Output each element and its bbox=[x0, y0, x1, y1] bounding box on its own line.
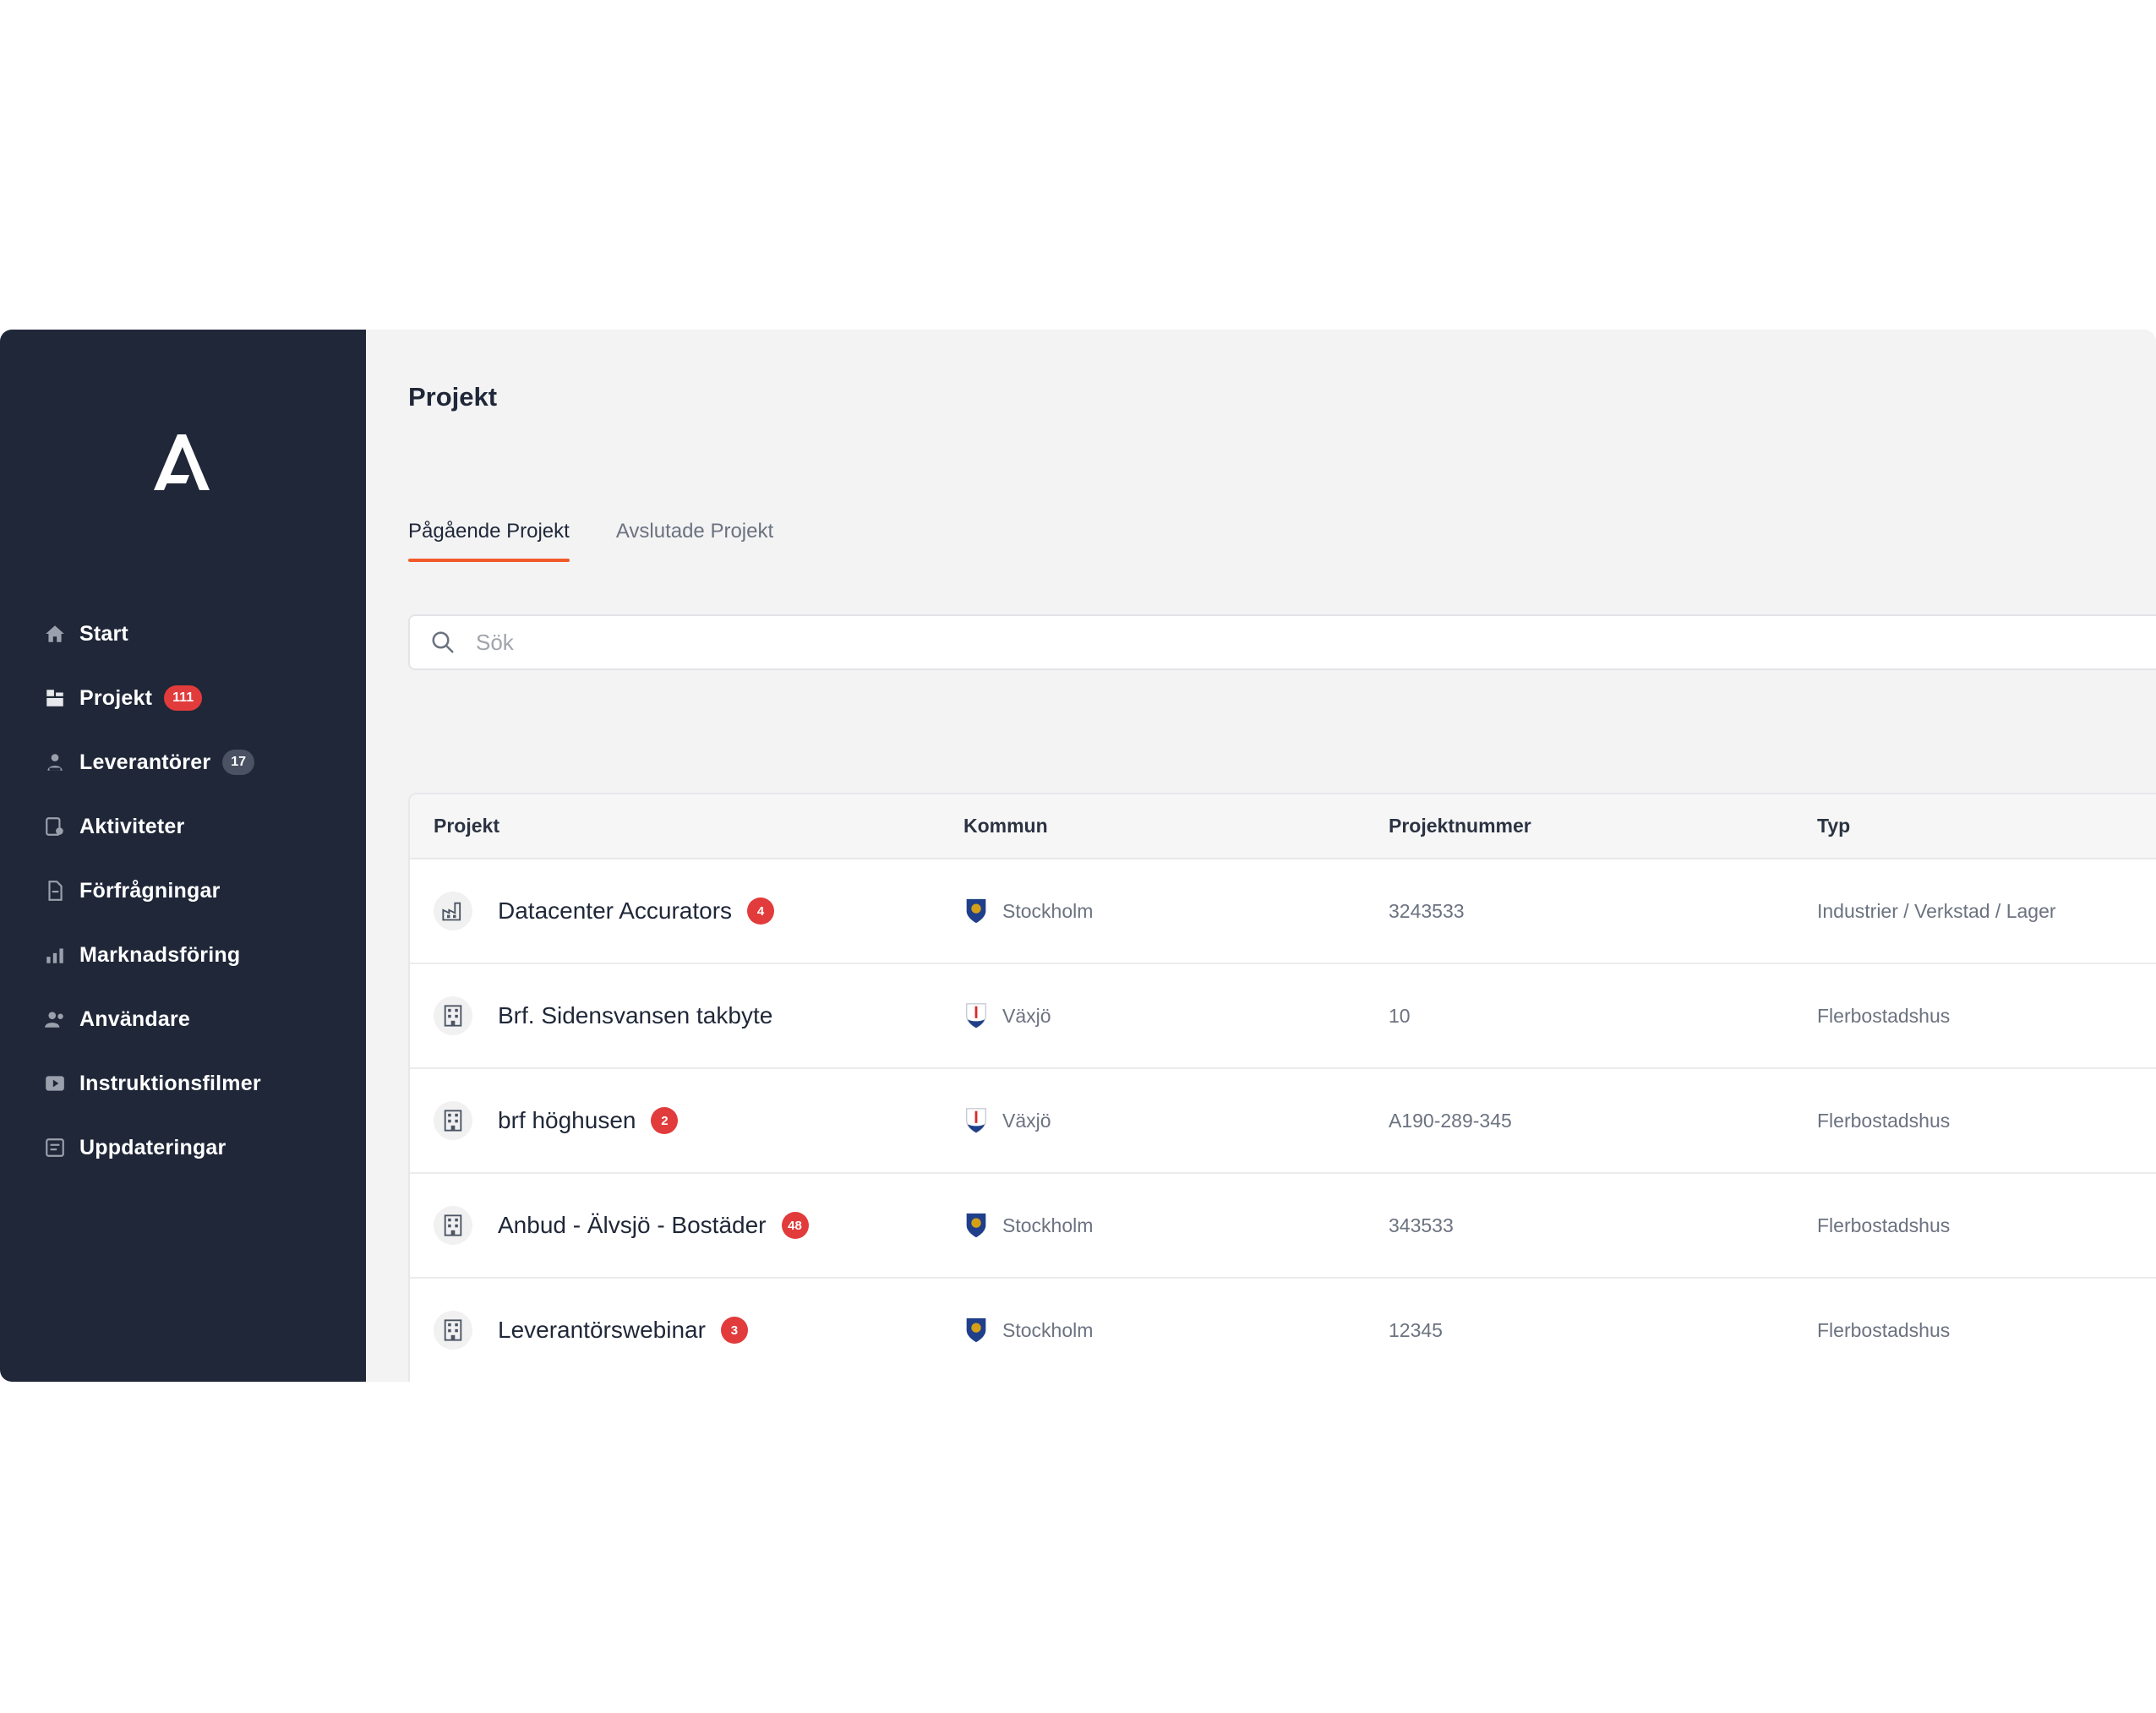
kommun-cell: Växjö bbox=[963, 1106, 1389, 1135]
tab-pagaende-projekt[interactable]: Pågående Projekt bbox=[408, 520, 570, 562]
search-box[interactable] bbox=[408, 614, 2156, 670]
app-logo[interactable] bbox=[152, 433, 211, 492]
inquiries-icon bbox=[44, 880, 66, 902]
vaxjo-coat-of-arms-icon bbox=[965, 1003, 987, 1028]
sidebar: Start Projekt 111 Leverantörer 17 Aktivi… bbox=[0, 330, 366, 1382]
project-number: 343533 bbox=[1389, 1214, 1454, 1236]
kommun-name: Stockholm bbox=[1002, 1318, 1094, 1341]
suppliers-count-badge: 17 bbox=[222, 750, 255, 775]
project-cell: Datacenter Accurators 4 bbox=[410, 892, 963, 930]
kommun-name: Växjö bbox=[1002, 1109, 1051, 1132]
sidebar-item-label: Användare bbox=[79, 1007, 191, 1031]
project-type: Flerbostadshus bbox=[1817, 1109, 1951, 1132]
activities-icon bbox=[44, 816, 66, 837]
projects-count-badge: 111 bbox=[164, 685, 203, 711]
sidebar-item-label: Projekt bbox=[79, 685, 153, 710]
sidebar-item-label: Leverantörer bbox=[79, 750, 211, 774]
project-type: Flerbostadshus bbox=[1817, 1004, 1951, 1027]
projects-table: Projekt Kommun Projektnummer Typ Datacen… bbox=[408, 793, 2156, 1382]
project-name[interactable]: brf höghusen bbox=[498, 1107, 636, 1134]
project-cell: brf höghusen 2 bbox=[410, 1101, 963, 1140]
sidebar-item-instruktionsfilmer[interactable]: Instruktionsfilmer bbox=[44, 1051, 261, 1116]
sidebar-item-start[interactable]: Start bbox=[44, 602, 261, 666]
vaxjo-coat-of-arms-icon bbox=[965, 1108, 987, 1133]
projects-icon bbox=[44, 687, 66, 709]
app-window: Start Projekt 111 Leverantörer 17 Aktivi… bbox=[0, 330, 2156, 1382]
project-type: Flerbostadshus bbox=[1817, 1318, 1951, 1341]
project-notification-badge: 4 bbox=[747, 897, 775, 925]
project-notification-badge: 3 bbox=[720, 1317, 748, 1344]
table-row[interactable]: Anbud - Älvsjö - Bostäder 48 Stockholm 3… bbox=[410, 1174, 2156, 1279]
project-cell: Brf. Sidensvansen takbyte bbox=[410, 996, 963, 1035]
project-number: 3243533 bbox=[1389, 899, 1465, 922]
kommun-cell: Stockholm bbox=[963, 1211, 1389, 1240]
search-icon bbox=[432, 631, 454, 653]
sidebar-item-label: Uppdateringar bbox=[79, 1135, 227, 1159]
sidebar-item-uppdateringar[interactable]: Uppdateringar bbox=[44, 1116, 261, 1180]
kommun-name: Stockholm bbox=[1002, 899, 1094, 922]
table-row[interactable]: Brf. Sidensvansen takbyte Växjö 10 Flerb… bbox=[410, 964, 2156, 1069]
kommun-name: Stockholm bbox=[1002, 1214, 1094, 1236]
tab-avslutade-projekt[interactable]: Avslutade Projekt bbox=[616, 520, 773, 562]
project-name[interactable]: Anbud - Älvsjö - Bostäder bbox=[498, 1212, 767, 1239]
sidebar-item-aktiviteter[interactable]: Aktiviteter bbox=[44, 794, 261, 859]
search-input[interactable] bbox=[476, 629, 2082, 656]
updates-icon bbox=[44, 1137, 66, 1159]
column-header-projektnummer[interactable]: Projektnummer bbox=[1389, 815, 1817, 837]
project-notification-badge: 48 bbox=[781, 1212, 809, 1239]
sidebar-item-anvandare[interactable]: Användare bbox=[44, 987, 261, 1051]
sidebar-item-projekt[interactable]: Projekt 111 bbox=[44, 666, 261, 730]
column-header-kommun[interactable]: Kommun bbox=[963, 815, 1389, 837]
sidebar-item-label: Förfrågningar bbox=[79, 878, 221, 903]
column-header-projekt[interactable]: Projekt bbox=[410, 815, 963, 837]
users-icon bbox=[44, 1008, 66, 1030]
sidebar-item-leverantorer[interactable]: Leverantörer 17 bbox=[44, 730, 261, 794]
project-cell: Anbud - Älvsjö - Bostäder 48 bbox=[410, 1206, 963, 1245]
kommun-cell: Stockholm bbox=[963, 1316, 1389, 1345]
project-number: A190-289-345 bbox=[1389, 1109, 1512, 1132]
video-icon bbox=[44, 1072, 66, 1094]
suppliers-icon bbox=[44, 751, 66, 773]
stockholm-coat-of-arms-icon bbox=[966, 898, 986, 924]
sidebar-item-label: Aktiviteter bbox=[79, 814, 185, 838]
building-icon bbox=[434, 1101, 472, 1140]
marketing-icon bbox=[44, 944, 66, 966]
table-header: Projekt Kommun Projektnummer Typ bbox=[410, 794, 2156, 859]
sidebar-nav: Start Projekt 111 Leverantörer 17 Aktivi… bbox=[44, 602, 261, 1180]
stockholm-coat-of-arms-icon bbox=[966, 1213, 986, 1238]
home-icon bbox=[44, 623, 66, 645]
kommun-cell: Växjö bbox=[963, 1001, 1389, 1030]
factory-icon bbox=[434, 892, 472, 930]
project-name[interactable]: Datacenter Accurators bbox=[498, 897, 732, 925]
sidebar-item-label: Start bbox=[79, 621, 128, 646]
building-icon bbox=[434, 996, 472, 1035]
table-row[interactable]: brf höghusen 2 Växjö A190-289-345 Flerbo… bbox=[410, 1069, 2156, 1174]
stockholm-coat-of-arms-icon bbox=[966, 1317, 986, 1343]
main-content: Projekt Pågående Projekt Avslutade Proje… bbox=[366, 330, 2156, 1382]
project-cell: Leverantörswebinar 3 bbox=[410, 1311, 963, 1350]
project-number: 12345 bbox=[1389, 1318, 1443, 1341]
project-name[interactable]: Leverantörswebinar bbox=[498, 1317, 706, 1344]
tab-bar: Pågående Projekt Avslutade Projekt bbox=[408, 520, 773, 562]
sidebar-item-marknadsforing[interactable]: Marknadsföring bbox=[44, 923, 261, 987]
project-name[interactable]: Brf. Sidensvansen takbyte bbox=[498, 1002, 772, 1029]
table-row[interactable]: Leverantörswebinar 3 Stockholm 12345 Fle… bbox=[410, 1279, 2156, 1382]
building-icon bbox=[434, 1311, 472, 1350]
building-icon bbox=[434, 1206, 472, 1245]
project-notification-badge: 2 bbox=[651, 1107, 679, 1134]
sidebar-item-forfragningar[interactable]: Förfrågningar bbox=[44, 859, 261, 923]
sidebar-item-label: Marknadsföring bbox=[79, 942, 241, 967]
page-title: Projekt bbox=[408, 382, 498, 412]
table-row[interactable]: Datacenter Accurators 4 Stockholm 324353… bbox=[410, 859, 2156, 964]
kommun-name: Växjö bbox=[1002, 1004, 1051, 1027]
project-type: Industrier / Verkstad / Lager bbox=[1817, 899, 2056, 922]
column-header-typ[interactable]: Typ bbox=[1817, 815, 2156, 837]
sidebar-item-label: Instruktionsfilmer bbox=[79, 1071, 261, 1095]
project-number: 10 bbox=[1389, 1004, 1411, 1027]
kommun-cell: Stockholm bbox=[963, 897, 1389, 925]
project-type: Flerbostadshus bbox=[1817, 1214, 1951, 1236]
